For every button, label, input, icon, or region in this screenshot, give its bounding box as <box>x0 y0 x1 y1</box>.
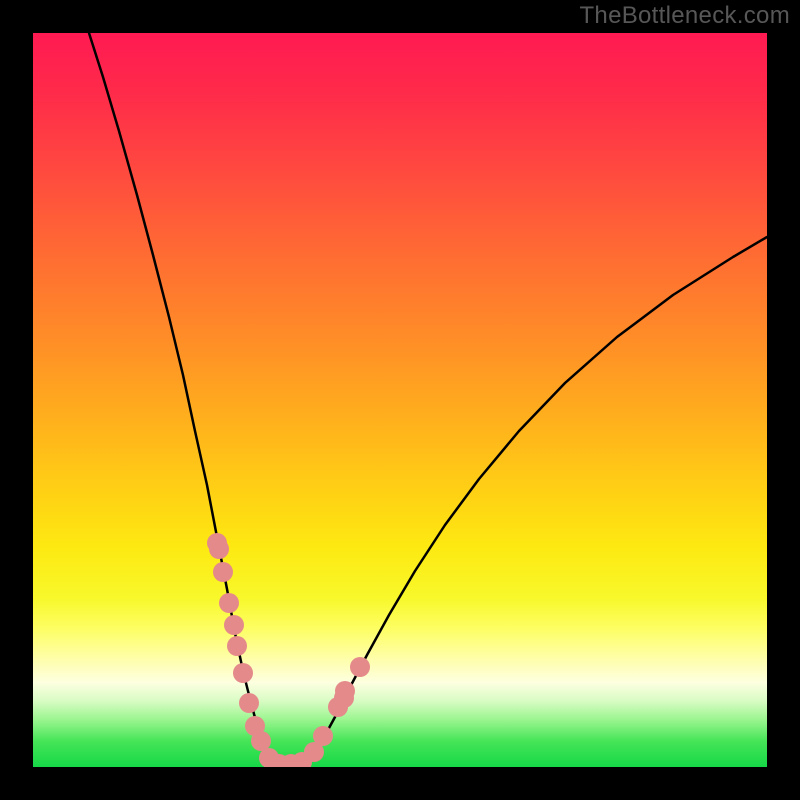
curve-left-branch <box>89 33 275 765</box>
left-bead <box>207 533 227 553</box>
left-bead <box>219 593 239 613</box>
left-bead <box>251 731 271 751</box>
left-bead <box>233 663 253 683</box>
curve-group <box>89 33 767 767</box>
plot-area <box>33 33 767 767</box>
right-bead <box>334 688 354 708</box>
left-bead <box>227 636 247 656</box>
watermark-text: TheBottleneck.com <box>579 2 790 30</box>
left-bead <box>239 693 259 713</box>
right-bead <box>313 726 333 746</box>
curve-plot <box>33 33 767 767</box>
left-bead <box>213 562 233 582</box>
curve-right-branch <box>305 237 767 765</box>
beads-group <box>207 533 370 767</box>
left-bead <box>224 615 244 635</box>
right-bead <box>350 657 370 677</box>
